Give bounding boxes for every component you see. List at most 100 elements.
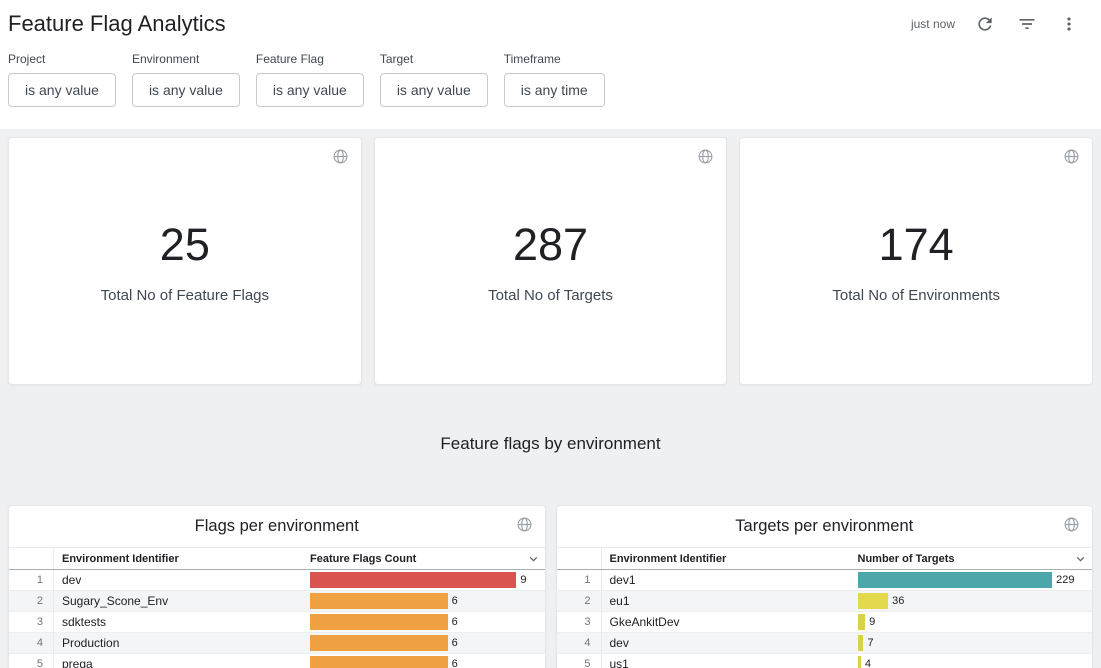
row-index-column-header xyxy=(557,548,602,569)
bar-value: 229 xyxy=(1056,574,1074,586)
value-bar[interactable] xyxy=(858,572,1053,588)
stat-label: Total No of Environments xyxy=(832,287,1000,304)
row-index: 5 xyxy=(557,654,602,668)
bar-cell: 229 xyxy=(850,572,1093,588)
table-row[interactable]: 5us1 4 xyxy=(557,654,1093,668)
table-row[interactable]: 1dev1229 xyxy=(557,570,1093,591)
dashboard-body: 25 Total No of Feature Flags 287 Total N… xyxy=(0,129,1101,668)
bar-value: 4 xyxy=(865,658,871,668)
table-title: Targets per environment xyxy=(557,506,1093,547)
filter-target-value[interactable]: is any value xyxy=(380,73,488,107)
environment-cell: Production xyxy=(54,636,302,650)
value-bar[interactable] xyxy=(310,656,448,668)
tile-action[interactable] xyxy=(332,148,349,165)
bar-value: 36 xyxy=(892,595,904,607)
bar-value: 9 xyxy=(520,574,526,586)
row-index-column-header xyxy=(9,548,54,569)
bar-value: 6 xyxy=(452,658,458,668)
stat-value: 25 xyxy=(160,219,210,271)
filter-feature-flag: Feature Flag is any value xyxy=(256,52,364,107)
filter-bar: Project is any value Environment is any … xyxy=(8,52,1081,107)
value-bar[interactable] xyxy=(310,593,448,609)
value-bar[interactable] xyxy=(310,614,448,630)
value-bar[interactable] xyxy=(858,635,864,651)
page-title: Feature Flag Analytics xyxy=(8,11,226,37)
bar-cell: 36 xyxy=(850,593,1093,609)
filter-label: Timeframe xyxy=(504,52,605,66)
table-body: 1dev92Sugary_Scone_Env63sdktests64Produc… xyxy=(9,570,545,668)
environment-cell: us1 xyxy=(602,657,850,668)
filter-label: Feature Flag xyxy=(256,52,364,66)
value-bar[interactable] xyxy=(310,635,448,651)
globe-icon xyxy=(516,516,533,533)
row-index: 1 xyxy=(9,570,54,590)
table-row[interactable]: 3GkeAnkitDev9 xyxy=(557,612,1093,633)
row-index: 2 xyxy=(557,591,602,611)
tile-action[interactable] xyxy=(697,148,714,165)
chevron-down-icon[interactable] xyxy=(526,551,541,566)
stat-card-total-environments: 174 Total No of Environments xyxy=(739,137,1093,385)
table-title: Flags per environment xyxy=(9,506,545,547)
stat-value: 174 xyxy=(879,219,954,271)
bar-cell: 6 xyxy=(302,614,545,630)
table-card-row: Flags per environment Environment Identi… xyxy=(8,505,1093,668)
tile-action[interactable] xyxy=(516,516,533,533)
globe-icon xyxy=(697,148,714,165)
stat-card-total-feature-flags: 25 Total No of Feature Flags xyxy=(8,137,362,385)
more-menu-button[interactable] xyxy=(1057,12,1081,36)
dashboard-header: Feature Flag Analytics just now xyxy=(8,6,1081,42)
section-title: Feature flags by environment xyxy=(8,433,1093,455)
table-row[interactable]: 3sdktests6 xyxy=(9,612,545,633)
table-header-row: Environment Identifier Feature Flags Cou… xyxy=(9,547,545,570)
table-row[interactable]: 1dev9 xyxy=(9,570,545,591)
last-updated-label: just now xyxy=(911,17,955,31)
bar-cell: 4 xyxy=(850,656,1093,668)
value-bar[interactable] xyxy=(310,572,516,588)
table-row[interactable]: 4dev7 xyxy=(557,633,1093,654)
bar-cell: 6 xyxy=(302,656,545,668)
row-index: 4 xyxy=(557,633,602,653)
chevron-down-icon[interactable] xyxy=(1073,551,1088,566)
value-bar[interactable] xyxy=(858,656,861,668)
bar-value: 6 xyxy=(452,637,458,649)
table-row[interactable]: 5prega 6 xyxy=(9,654,545,668)
flags-per-environment-table: Flags per environment Environment Identi… xyxy=(8,505,546,668)
refresh-button[interactable] xyxy=(973,12,997,36)
count-column-header: Feature Flags Count xyxy=(302,553,545,565)
refresh-icon xyxy=(975,14,995,34)
table-header-row: Environment Identifier Number of Targets xyxy=(557,547,1093,570)
environment-cell: dev xyxy=(602,636,850,650)
value-bar[interactable] xyxy=(858,614,866,630)
environment-cell: prega xyxy=(54,657,302,668)
value-bar[interactable] xyxy=(858,593,889,609)
filter-list-icon xyxy=(1017,14,1037,34)
row-index: 4 xyxy=(9,633,54,653)
filter-project: Project is any value xyxy=(8,52,116,107)
table-row[interactable]: 2eu136 xyxy=(557,591,1093,612)
table-row[interactable]: 2Sugary_Scone_Env6 xyxy=(9,591,545,612)
environment-cell: dev1 xyxy=(602,573,850,587)
filter-feature-flag-value[interactable]: is any value xyxy=(256,73,364,107)
tile-action[interactable] xyxy=(1063,148,1080,165)
environment-cell: Sugary_Scone_Env xyxy=(54,594,302,608)
row-index: 3 xyxy=(9,612,54,632)
globe-icon xyxy=(1063,148,1080,165)
table-row[interactable]: 4Production 6 xyxy=(9,633,545,654)
kebab-menu-icon xyxy=(1059,14,1079,34)
filter-button[interactable] xyxy=(1015,12,1039,36)
filter-project-value[interactable]: is any value xyxy=(8,73,116,107)
dashboard-top: Feature Flag Analytics just now Project … xyxy=(0,0,1101,129)
environment-cell: GkeAnkitDev xyxy=(602,615,850,629)
tile-action[interactable] xyxy=(1063,516,1080,533)
row-index: 5 xyxy=(9,654,54,668)
environment-cell: sdktests xyxy=(54,615,302,629)
bar-cell: 9 xyxy=(850,614,1093,630)
filter-label: Environment xyxy=(132,52,240,66)
stat-value: 287 xyxy=(513,219,588,271)
globe-icon xyxy=(332,148,349,165)
filter-environment-value[interactable]: is any value xyxy=(132,73,240,107)
filter-environment: Environment is any value xyxy=(132,52,240,107)
bar-cell: 7 xyxy=(850,635,1093,651)
filter-label: Project xyxy=(8,52,116,66)
filter-timeframe-value[interactable]: is any time xyxy=(504,73,605,107)
